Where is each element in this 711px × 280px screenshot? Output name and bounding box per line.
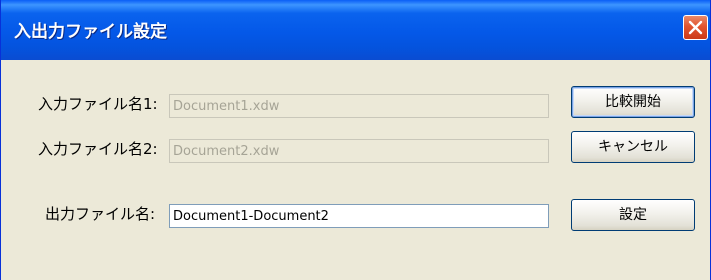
- input-file2-field[interactable]: [169, 139, 549, 163]
- dialog-body: 入力ファイル名1: 入力ファイル名2: 出力ファイル名: 比較開始 キャンセル …: [1, 60, 710, 280]
- title-bar[interactable]: 入出力ファイル設定: [1, 0, 710, 60]
- close-button[interactable]: [683, 15, 708, 40]
- input-file2-label: 入力ファイル名2:: [38, 140, 158, 158]
- start-compare-button[interactable]: 比較開始: [571, 86, 695, 118]
- settings-button[interactable]: 設定: [571, 199, 695, 231]
- output-file-field[interactable]: [169, 204, 549, 228]
- input-file1-field[interactable]: [169, 94, 549, 118]
- close-icon: [688, 20, 703, 35]
- output-file-label: 出力ファイル名:: [45, 205, 156, 223]
- dialog-window: 入出力ファイル設定 入力ファイル名1: 入力ファイル名2: 出力ファイル名: 比…: [0, 0, 711, 280]
- dialog-title: 入出力ファイル設定: [14, 22, 167, 42]
- cancel-button[interactable]: キャンセル: [571, 131, 695, 163]
- input-file1-label: 入力ファイル名1:: [38, 95, 158, 113]
